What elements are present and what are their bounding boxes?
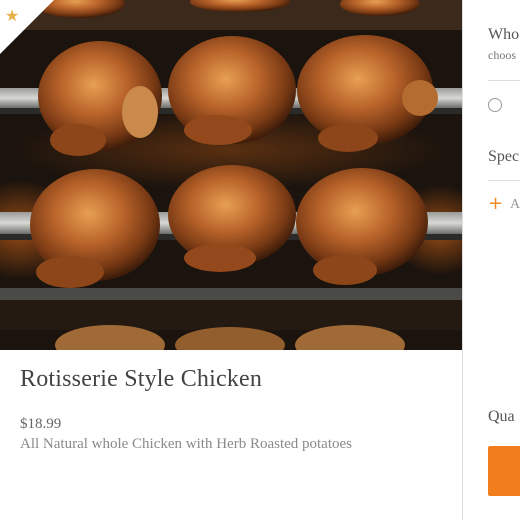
choice-subtext: choos — [488, 48, 516, 62]
item-price: $18.99 — [20, 416, 62, 432]
plus-icon[interactable]: + — [488, 195, 503, 213]
option-radio[interactable] — [488, 98, 502, 112]
choice-heading: Who — [488, 26, 520, 43]
menu-item-card: ★ Rotisserie Style Chicken $18.99 All Na… — [0, 0, 462, 520]
item-photo: ★ — [0, 0, 462, 350]
item-description: All Natural whole Chicken with Herb Roas… — [20, 436, 353, 452]
section-divider — [488, 80, 520, 81]
options-panel: Who choos Spec + A Qua — [463, 0, 520, 520]
special-instructions-heading: Spec — [488, 148, 520, 165]
star-icon[interactable]: ★ — [5, 8, 19, 24]
quantity-label: Qua — [488, 408, 515, 425]
rotisserie-chickens-image — [0, 0, 462, 350]
section-divider — [488, 180, 520, 181]
add-instructions-link[interactable]: A — [510, 197, 520, 213]
item-title: Rotisserie Style Chicken — [20, 366, 263, 392]
add-to-order-button[interactable] — [488, 446, 520, 496]
